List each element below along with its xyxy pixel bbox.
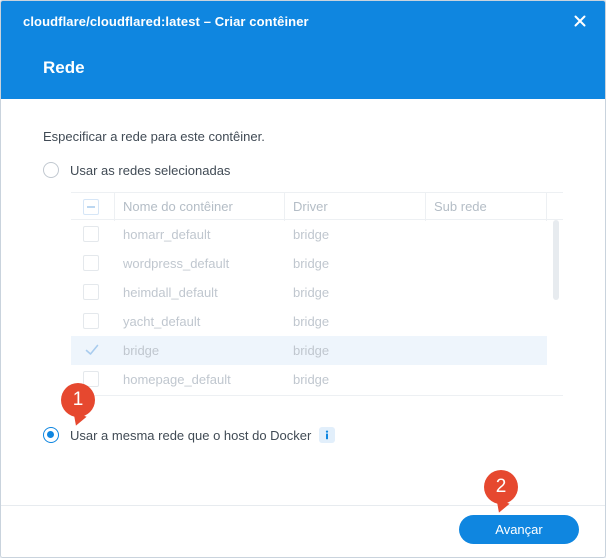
host-network-option[interactable]: Usar a mesma rede que o host do Docker xyxy=(43,427,336,443)
column-header-driver[interactable]: Driver xyxy=(285,193,426,221)
network-driver: bridge xyxy=(293,314,330,329)
table-row[interactable]: wordpress_default bridge xyxy=(71,249,547,278)
info-icon[interactable] xyxy=(319,427,336,443)
close-button[interactable] xyxy=(569,9,591,33)
row-checkbox[interactable] xyxy=(83,284,99,300)
host-network-label: Usar a mesma rede que o host do Docker xyxy=(70,427,312,443)
instruction-text: Especificar a rede para este contêiner. xyxy=(43,129,265,144)
checkmark-icon[interactable] xyxy=(85,343,99,357)
network-table: Nome do contêiner Driver Sub rede homarr… xyxy=(71,192,563,396)
network-name: yacht_default xyxy=(123,314,201,329)
table-row[interactable]: yacht_default bridge xyxy=(71,307,547,336)
table-scrollbar[interactable] xyxy=(553,220,559,300)
dialog-header: cloudflare/cloudflared:latest – Criar co… xyxy=(1,1,605,99)
network-driver: bridge xyxy=(293,285,330,300)
table-row[interactable]: heimdall_default bridge xyxy=(71,278,547,307)
create-container-dialog: cloudflare/cloudflared:latest – Criar co… xyxy=(0,0,606,558)
selected-networks-option[interactable]: Usar as redes selecionadas xyxy=(43,162,230,178)
step-badge-1: 1 xyxy=(61,383,95,417)
row-checkbox[interactable] xyxy=(83,255,99,271)
network-driver: bridge xyxy=(293,227,330,242)
info-glyph-icon xyxy=(326,430,329,440)
network-table-header: Nome do contêiner Driver Sub rede xyxy=(71,192,563,221)
section-title: Rede xyxy=(43,58,85,77)
network-name: bridge xyxy=(123,343,160,358)
selected-networks-radio[interactable] xyxy=(43,162,59,178)
selected-networks-label: Usar as redes selecionadas xyxy=(70,162,231,178)
network-name: homepage_default xyxy=(123,372,231,387)
table-row[interactable]: homepage_default bridge xyxy=(71,365,547,394)
column-header-name[interactable]: Nome do contêiner xyxy=(115,193,285,221)
network-driver: bridge xyxy=(293,256,330,271)
network-name: heimdall_default xyxy=(123,285,218,300)
select-all-checkbox[interactable] xyxy=(83,199,99,215)
column-header-subnet[interactable]: Sub rede xyxy=(426,193,547,221)
table-row-selected[interactable]: bridge bridge xyxy=(71,336,547,365)
network-name: wordpress_default xyxy=(123,256,230,271)
window-title: cloudflare/cloudflared:latest – Criar co… xyxy=(23,14,309,29)
select-all-cell xyxy=(71,193,115,221)
network-name: homarr_default xyxy=(123,227,211,242)
close-icon xyxy=(574,15,586,27)
table-row[interactable]: homarr_default bridge xyxy=(71,220,547,249)
row-checkbox[interactable] xyxy=(83,226,99,242)
network-driver: bridge xyxy=(293,343,330,358)
step-badge-2: 2 xyxy=(484,470,518,504)
next-button[interactable]: Avançar xyxy=(459,515,579,544)
network-table-body: homarr_default bridge wordpress_default … xyxy=(71,220,563,394)
row-checkbox[interactable] xyxy=(83,313,99,329)
host-network-radio[interactable] xyxy=(43,427,59,443)
network-driver: bridge xyxy=(293,372,330,387)
